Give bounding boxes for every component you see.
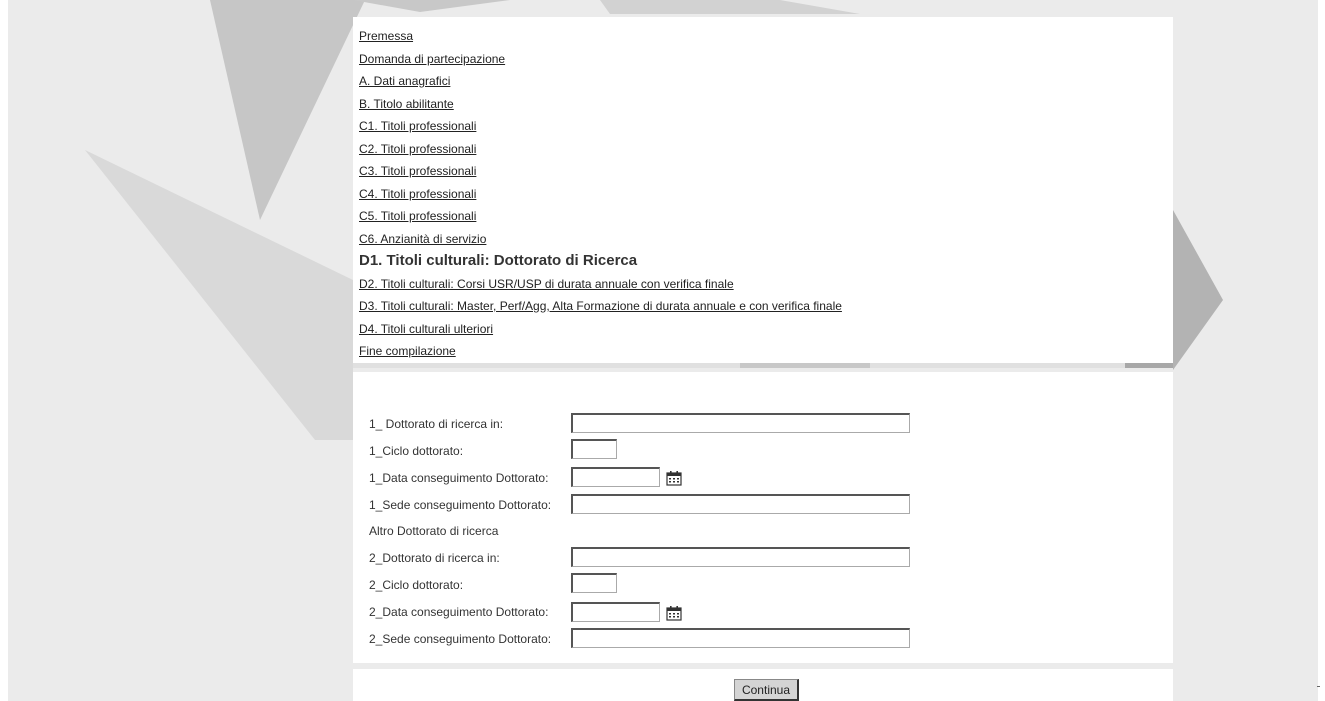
- nav-link[interactable]: C3. Titoli professionali: [359, 164, 476, 178]
- background-top-shape-2: [600, 0, 860, 14]
- dottorato-form: 1_ Dottorato di ricerca in: 1_Ciclo dott…: [353, 372, 1173, 663]
- separator-strip-darker: [1125, 363, 1173, 368]
- nav-link[interactable]: C6. Anzianità di servizio: [359, 232, 486, 246]
- dottorato2-label: 2_Dottorato di ricerca in:: [369, 551, 500, 565]
- nav-link[interactable]: B. Titolo abilitante: [359, 97, 454, 111]
- sede1-label: 1_Sede conseguimento Dottorato:: [369, 498, 552, 512]
- nav-item-domanda[interactable]: Domanda di partecipazione: [359, 48, 1173, 71]
- nav-link[interactable]: Fine compilazione: [359, 344, 456, 358]
- nav-item-dati-anagrafici[interactable]: A. Dati anagrafici: [359, 70, 1173, 93]
- nav-link[interactable]: C5. Titoli professionali: [359, 209, 476, 223]
- calendar-icon[interactable]: [666, 605, 682, 621]
- data2-input[interactable]: [571, 602, 660, 622]
- background-triangle-left: [210, 0, 365, 220]
- background-triangle-lower: [85, 150, 353, 440]
- nav-link[interactable]: C1. Titoli professionali: [359, 119, 476, 133]
- data1-input[interactable]: [571, 467, 660, 487]
- nav-link[interactable]: Premessa: [359, 29, 413, 43]
- background-triangle-right: [1173, 210, 1223, 370]
- scroll-indicator: [1317, 686, 1320, 687]
- sede2-label: 2_Sede conseguimento Dottorato:: [369, 632, 552, 646]
- nav-link[interactable]: D2. Titoli culturali: Corsi USR/USP di d…: [359, 277, 734, 291]
- nav-link[interactable]: D3. Titoli culturali: Master, Perf/Agg, …: [359, 299, 842, 313]
- nav-item-premessa[interactable]: Premessa: [359, 25, 1173, 48]
- section-nav-list: Premessa Domanda di partecipazione A. Da…: [353, 17, 1173, 363]
- background-top-shape-1: [353, 0, 510, 12]
- nav-link[interactable]: A. Dati anagrafici: [359, 74, 450, 88]
- nav-item-c6[interactable]: C6. Anzianità di servizio: [359, 228, 1173, 251]
- nav-item-c5[interactable]: C5. Titoli professionali: [359, 205, 1173, 228]
- nav-item-titolo-abilitante[interactable]: B. Titolo abilitante: [359, 93, 1173, 116]
- data2-label: 2_Data conseguimento Dottorato:: [369, 605, 549, 619]
- form-footer: Continua: [353, 669, 1173, 701]
- ciclo2-input[interactable]: [571, 573, 617, 593]
- ciclo1-input[interactable]: [571, 439, 617, 459]
- nav-item-d3[interactable]: D3. Titoli culturali: Master, Perf/Agg, …: [359, 295, 1173, 318]
- dottorato2-input[interactable]: [571, 547, 910, 567]
- nav-item-d4[interactable]: D4. Titoli culturali ulteriori: [359, 318, 1173, 341]
- page-left-margin: [0, 0, 8, 701]
- nav-link[interactable]: D4. Titoli culturali ulteriori: [359, 322, 493, 336]
- nav-item-d2[interactable]: D2. Titoli culturali: Corsi USR/USP di d…: [359, 273, 1173, 296]
- data1-label: 1_Data conseguimento Dottorato:: [369, 471, 549, 485]
- nav-link[interactable]: Domanda di partecipazione: [359, 52, 505, 66]
- nav-item-c2[interactable]: C2. Titoli professionali: [359, 138, 1173, 161]
- calendar-icon[interactable]: [666, 470, 682, 486]
- page-right-margin: [1318, 0, 1325, 701]
- ciclo2-label: 2_Ciclo dottorato:: [369, 578, 464, 592]
- navigation-panel: Premessa Domanda di partecipazione A. Da…: [353, 17, 1173, 363]
- nav-link[interactable]: C4. Titoli professionali: [359, 187, 476, 201]
- continue-button[interactable]: Continua: [734, 679, 799, 701]
- altro-dottorato-label: Altro Dottorato di ricerca: [369, 524, 499, 538]
- ciclo1-label: 1_Ciclo dottorato:: [369, 444, 464, 458]
- nav-link[interactable]: C2. Titoli professionali: [359, 142, 476, 156]
- sede1-input[interactable]: [571, 494, 910, 514]
- nav-item-c3[interactable]: C3. Titoli professionali: [359, 160, 1173, 183]
- dottorato1-label: 1_ Dottorato di ricerca in:: [369, 417, 504, 431]
- current-section-title: D1. Titoli culturali: Dottorato di Ricer…: [359, 252, 638, 269]
- nav-item-fine[interactable]: Fine compilazione: [359, 340, 1173, 363]
- nav-item-d1-current: D1. Titoli culturali: Dottorato di Ricer…: [359, 250, 1173, 273]
- separator-strip-dark: [740, 363, 870, 368]
- sede2-input[interactable]: [571, 628, 910, 648]
- dottorato1-input[interactable]: [571, 413, 910, 433]
- nav-item-c4[interactable]: C4. Titoli professionali: [359, 183, 1173, 206]
- nav-item-c1[interactable]: C1. Titoli professionali: [359, 115, 1173, 138]
